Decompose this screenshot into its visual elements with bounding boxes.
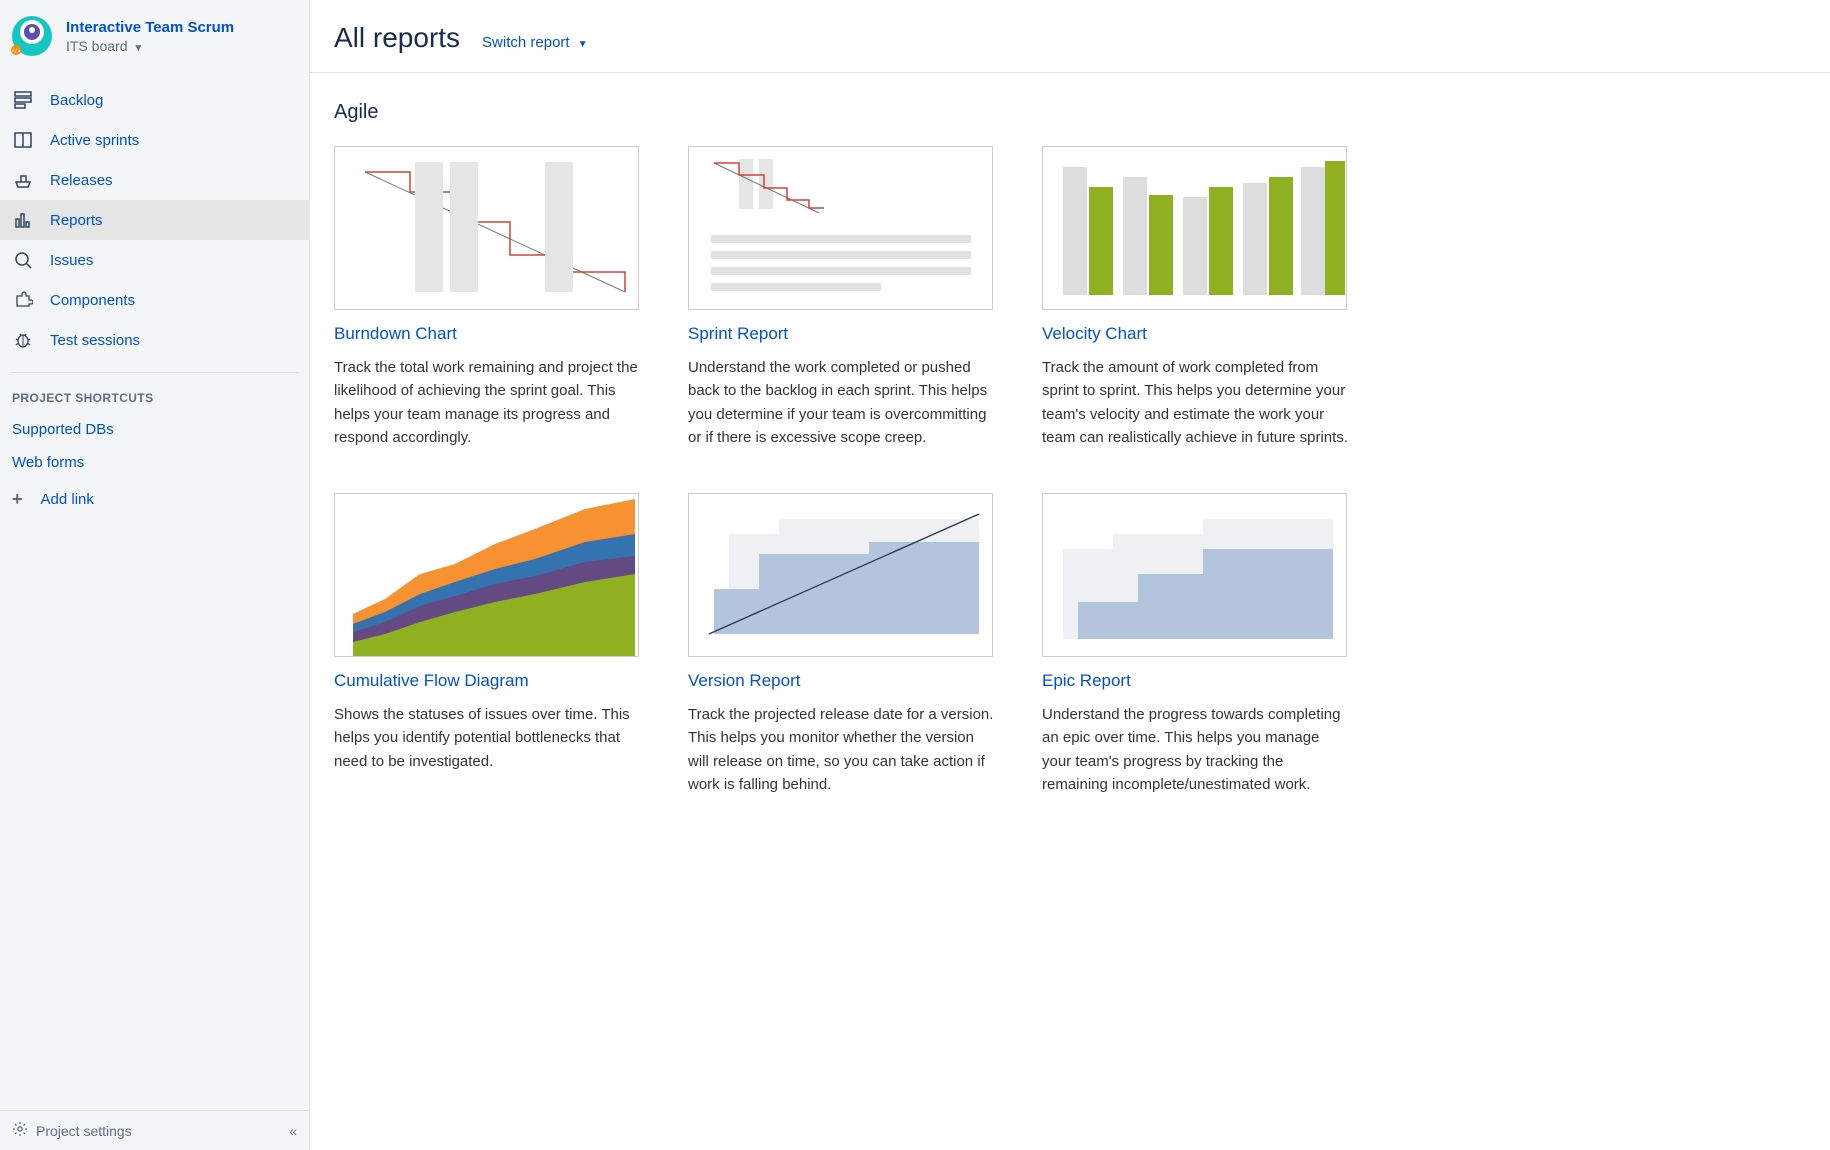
nav-label: Active sprints (50, 132, 139, 149)
sidebar-item-active-sprints[interactable]: Active sprints (0, 120, 309, 160)
search-icon (12, 249, 34, 271)
card-desc: Track the projected release date for a v… (688, 703, 998, 796)
cfd-thumb-icon (334, 493, 639, 657)
page-title: All reports (334, 22, 460, 54)
board-selector-label: ITS board (66, 38, 127, 54)
plus-icon: + (12, 489, 23, 510)
nav-label: Reports (50, 212, 103, 229)
shortcut-web-forms[interactable]: Web forms (0, 446, 309, 479)
nav-label: Components (50, 292, 135, 309)
chevron-down-icon: ▼ (578, 39, 588, 50)
gear-icon (12, 1121, 28, 1140)
backlog-icon (12, 89, 34, 111)
report-card-epic[interactable]: Epic Report Understand the progress towa… (1042, 493, 1352, 796)
project-header: </> Interactive Team Scrum ITS board ▼ (0, 0, 309, 76)
switch-report-label: Switch report (482, 34, 570, 51)
sidebar-item-components[interactable]: Components (0, 280, 309, 320)
sprint-report-thumb-icon (688, 146, 993, 310)
sidebar: </> Interactive Team Scrum ITS board ▼ B… (0, 0, 310, 1150)
sidebar-footer: Project settings « (0, 1110, 309, 1150)
add-link-button[interactable]: + Add link (0, 479, 309, 520)
nav-label: Issues (50, 252, 93, 269)
main-header: All reports Switch report ▼ (310, 0, 1830, 73)
project-title[interactable]: Interactive Team Scrum (66, 19, 299, 36)
card-desc: Track the total work remaining and proje… (334, 356, 644, 449)
card-desc: Shows the statuses of issues over time. … (334, 703, 644, 773)
puzzle-icon (12, 289, 34, 311)
report-card-burndown[interactable]: Burndown Chart Track the total work rema… (334, 146, 644, 449)
burndown-chart-thumb-icon (334, 146, 639, 310)
card-title[interactable]: Epic Report (1042, 671, 1352, 691)
card-desc: Understand the progress towards completi… (1042, 703, 1352, 796)
report-card-cfd[interactable]: Cumulative Flow Diagram Shows the status… (334, 493, 644, 796)
board-selector[interactable]: ITS board ▼ (66, 38, 299, 54)
sidebar-item-releases[interactable]: Releases (0, 160, 309, 200)
section-title-agile: Agile (310, 73, 1830, 146)
svg-text:</>: </> (12, 49, 21, 55)
card-title[interactable]: Velocity Chart (1042, 324, 1352, 344)
report-card-velocity[interactable]: Velocity Chart Track the amount of work … (1042, 146, 1352, 449)
bug-icon (12, 329, 34, 351)
nav-label: Backlog (50, 92, 103, 109)
ship-icon (12, 169, 34, 191)
project-settings-link[interactable]: Project settings (36, 1123, 132, 1139)
chevron-down-icon: ▼ (133, 43, 143, 54)
switch-report-dropdown[interactable]: Switch report ▼ (482, 34, 588, 51)
collapse-sidebar-icon[interactable]: « (289, 1123, 297, 1139)
sidebar-item-reports[interactable]: Reports (0, 200, 309, 240)
nav-label: Test sessions (50, 332, 140, 349)
card-title[interactable]: Sprint Report (688, 324, 998, 344)
velocity-chart-thumb-icon (1042, 146, 1347, 310)
sidebar-nav: Backlog Active sprints Releases Reports … (0, 76, 309, 364)
card-desc: Track the amount of work completed from … (1042, 356, 1352, 449)
shortcuts-heading: PROJECT SHORTCUTS (0, 381, 309, 413)
divider (10, 372, 299, 373)
report-cards-grid: Burndown Chart Track the total work rema… (310, 146, 1830, 796)
version-report-thumb-icon (688, 493, 993, 657)
report-card-version[interactable]: Version Report Track the projected relea… (688, 493, 998, 796)
card-desc: Understand the work completed or pushed … (688, 356, 998, 449)
board-icon (12, 129, 34, 151)
report-card-sprint[interactable]: Sprint Report Understand the work comple… (688, 146, 998, 449)
card-title[interactable]: Version Report (688, 671, 998, 691)
sidebar-item-backlog[interactable]: Backlog (0, 80, 309, 120)
project-avatar-icon: </> (10, 14, 54, 58)
sidebar-item-test-sessions[interactable]: Test sessions (0, 320, 309, 360)
add-link-label: Add link (41, 491, 94, 508)
main-content: All reports Switch report ▼ Agile Burndo… (310, 0, 1830, 1150)
epic-report-thumb-icon (1042, 493, 1347, 657)
nav-label: Releases (50, 172, 113, 189)
bar-chart-icon (12, 209, 34, 231)
card-title[interactable]: Burndown Chart (334, 324, 644, 344)
shortcut-supported-dbs[interactable]: Supported DBs (0, 413, 309, 446)
sidebar-item-issues[interactable]: Issues (0, 240, 309, 280)
card-title[interactable]: Cumulative Flow Diagram (334, 671, 644, 691)
